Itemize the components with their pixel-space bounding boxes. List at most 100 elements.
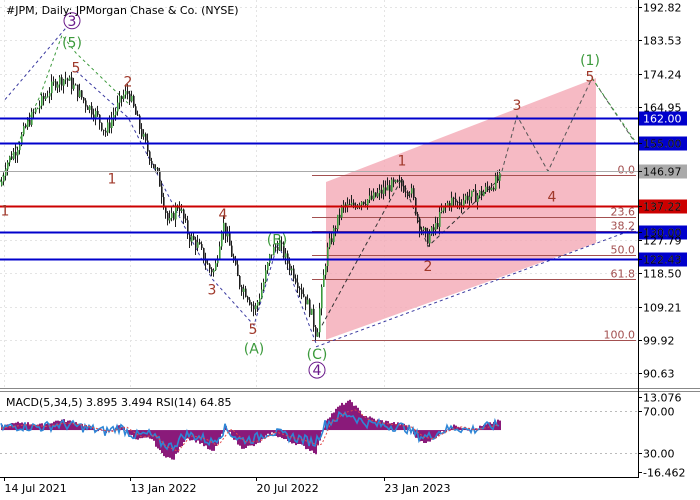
candle-body (399, 181, 401, 183)
wave-label: 2 (424, 259, 433, 275)
candle-body (171, 212, 173, 218)
candle-body (125, 91, 127, 95)
candle-body (377, 193, 379, 197)
macd-bar (343, 404, 345, 431)
candle-body (235, 260, 237, 265)
candle-body (129, 93, 131, 102)
indicator-tick-label: 30.00 (643, 448, 675, 461)
candle-body (23, 126, 25, 135)
candle-body (353, 202, 355, 206)
candle-body (419, 218, 421, 230)
candle-body (319, 308, 321, 333)
candle-body (145, 133, 147, 141)
candle-body (189, 234, 191, 242)
candle-body (25, 126, 27, 128)
candle-body (161, 186, 163, 198)
candle-body (181, 209, 183, 211)
candle-body (143, 133, 145, 137)
candle-body (457, 202, 459, 203)
chart-canvas: 0.023.638.250.061.8100.0 162.00155.00146… (0, 0, 700, 495)
wave-label: 2 (124, 75, 133, 91)
candle-body (53, 81, 55, 83)
wave-label: 1 (398, 154, 407, 170)
candle-body (475, 190, 477, 202)
macd-bar (245, 430, 247, 448)
candle-body (327, 247, 329, 267)
macd-bar (359, 410, 361, 431)
wave-label: 1 (108, 171, 117, 187)
candle-body (17, 150, 19, 156)
candle-body (149, 151, 151, 162)
candle-body (499, 173, 501, 181)
candle-body (227, 233, 229, 237)
candle-body (49, 93, 51, 97)
candle-body (223, 222, 225, 233)
candle-body (195, 239, 197, 248)
wave-label: 4 (313, 363, 322, 379)
wave-label: 5 (586, 69, 595, 85)
candle-body (201, 244, 203, 249)
candle-body (425, 227, 427, 232)
candle-body (105, 130, 107, 133)
candle-body (375, 192, 377, 197)
candle-body (451, 197, 453, 206)
candle-body (193, 235, 195, 240)
candle-body (165, 207, 167, 213)
macd-bar (101, 430, 103, 431)
candle-body (329, 238, 331, 248)
candle-body (267, 262, 269, 271)
candle-body (247, 296, 249, 300)
candle-body (185, 218, 187, 221)
indicator-title: MACD(5,34,5) 3.895 3.494 RSI(14) 64.85 (6, 396, 231, 409)
price-tick-label: 183.53 (643, 35, 682, 48)
candle-body (339, 214, 341, 218)
macd-bar (271, 430, 273, 433)
candle-body (341, 206, 343, 218)
candle-body (313, 308, 315, 327)
macd-bar (165, 430, 167, 458)
wave-label: (C) (307, 347, 328, 363)
candle-body (309, 299, 311, 315)
candle-body (351, 202, 353, 205)
candle-body (5, 169, 7, 176)
wave-label: 5 (249, 322, 258, 338)
candle-body (481, 190, 483, 196)
candle-body (487, 186, 489, 188)
wave-label: (B) (267, 232, 288, 248)
candle-body (263, 281, 265, 290)
candle-body (61, 77, 63, 86)
candle-body (489, 187, 491, 190)
candle-body (209, 264, 211, 270)
candle-body (435, 223, 437, 230)
macd-bar (405, 425, 407, 431)
candle-body (271, 254, 273, 256)
candle-body (385, 187, 387, 191)
candle-body (305, 296, 307, 305)
candle-body (315, 326, 317, 337)
candle-body (463, 200, 465, 206)
candle-body (91, 105, 93, 115)
macd-bar (265, 430, 267, 436)
candle-body (103, 129, 105, 131)
candle-body (497, 176, 499, 181)
candle-body (33, 111, 35, 113)
candle-body (453, 197, 455, 199)
candle-body (409, 193, 411, 195)
wave-label: 1 (1, 204, 10, 220)
candle-body (231, 245, 233, 257)
candle-body (307, 299, 309, 305)
candle-body (295, 278, 297, 283)
candle-body (367, 199, 369, 205)
candle-body (229, 233, 231, 246)
candle-body (391, 179, 393, 192)
wave-label: 3 (513, 98, 522, 114)
macd-bar (393, 422, 395, 431)
candle-body (429, 234, 431, 244)
price-tick-label: 118.50 (643, 268, 682, 281)
macd-bar (267, 430, 269, 434)
candle-body (371, 195, 373, 200)
candle-body (219, 246, 221, 260)
candle-body (331, 238, 333, 243)
candle-body (439, 211, 441, 227)
candle-body (119, 96, 121, 103)
